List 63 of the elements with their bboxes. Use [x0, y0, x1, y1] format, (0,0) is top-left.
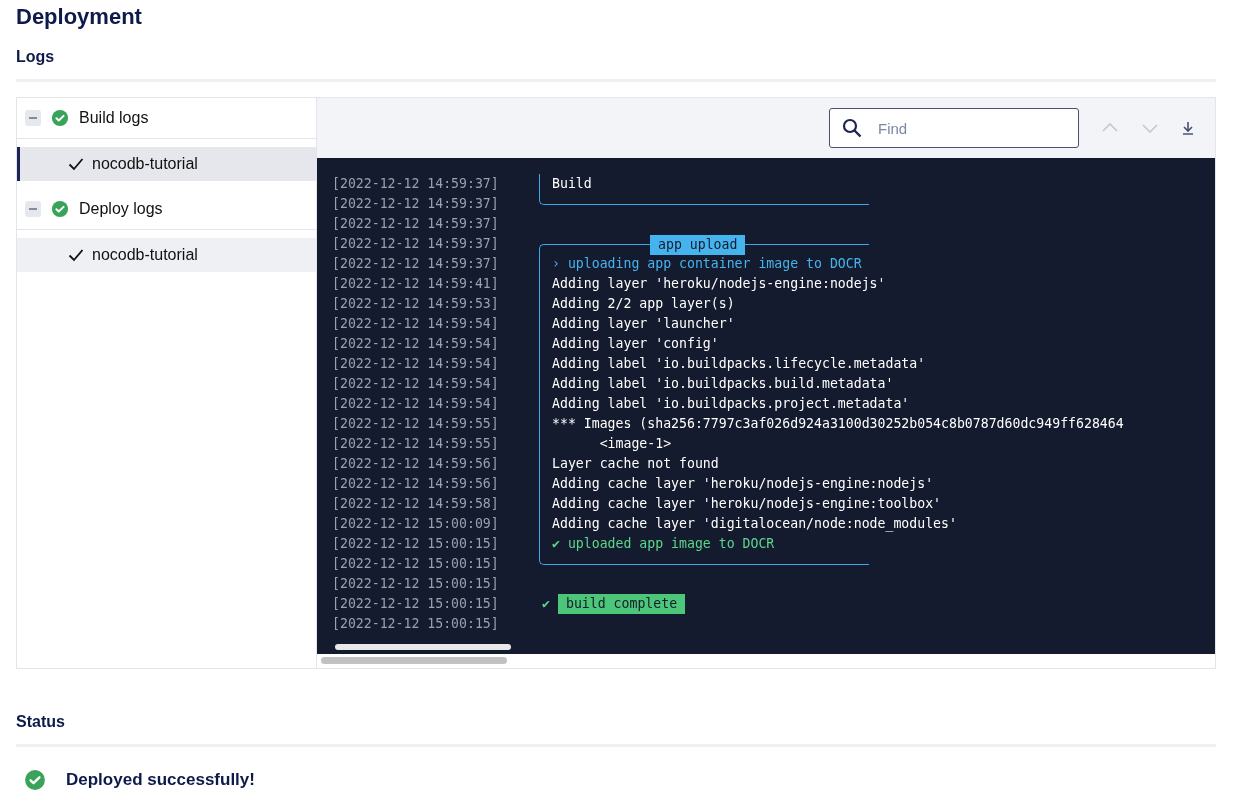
log-text: Adding cache layer 'digitalocean/node:node_modules': [539, 514, 957, 534]
log-text: Adding cache layer 'heroku/nodejs-engine:nodejs': [539, 474, 934, 494]
log-timestamp: [2022-12-12 14:59:56]: [331, 475, 500, 493]
success-icon: [24, 769, 46, 791]
log-text: Adding label 'io.buildpacks.build.metadata': [539, 374, 894, 394]
log-text: Adding layer 'launcher': [539, 314, 735, 334]
scrollbar[interactable]: [335, 644, 511, 650]
log-timestamp: [2022-12-12 14:59:37]: [331, 215, 500, 233]
section-label: app upload: [650, 235, 746, 255]
log-timestamp: [2022-12-12 14:59:54]: [331, 315, 500, 333]
log-text: Adding 2/2 app layer(s): [539, 294, 735, 314]
section-heading: Status: [16, 697, 1216, 747]
status-label: build complete: [557, 594, 686, 614]
log-timestamp: [2022-12-12 14:59:37]: [331, 255, 500, 273]
log-item[interactable]: nocodb-tutorial: [17, 238, 316, 272]
check-icon: [68, 157, 84, 171]
log-text: Adding label 'io.buildpacks.lifecycle.metadata': [539, 354, 926, 374]
page-title: Deployment: [16, 3, 143, 31]
download-icon[interactable]: [1181, 119, 1195, 137]
log-timestamp: [2022-12-12 14:59:58]: [331, 495, 500, 513]
log-timestamp: [2022-12-12 14:59:53]: [331, 295, 500, 313]
log-text: Adding layer 'config': [539, 334, 719, 354]
log-timestamp: [2022-12-12 15:00:15]: [331, 575, 500, 593]
log-timestamp: [2022-12-12 15:00:15]: [331, 595, 500, 613]
log-item[interactable]: nocodb-tutorial: [17, 147, 316, 181]
log-group[interactable]: Deploy logs: [17, 189, 316, 230]
log-timestamp: [2022-12-12 14:59:54]: [331, 355, 500, 373]
log-text: › uploading app container image to DOCR: [539, 254, 862, 274]
log-text: Adding cache layer 'heroku/nodejs-engine:toolbox': [539, 494, 942, 514]
log-group[interactable]: Build logs: [17, 98, 316, 139]
log-text: ✔ uploaded app image to DOCR: [539, 534, 869, 554]
success-icon: [51, 109, 69, 127]
log-text: *** Images (sha256:7797c3af026d924a3100d30252b054c8b0787d60dc949ff628464: [539, 414, 1124, 434]
collapse-icon[interactable]: [25, 110, 41, 126]
log-timestamp: [2022-12-12 14:59:55]: [331, 435, 500, 453]
collapse-icon[interactable]: [25, 201, 41, 217]
status-message: Deployed successfully!: [66, 770, 255, 790]
log-text: <image-1>: [539, 434, 672, 454]
check-icon: [68, 248, 84, 262]
group-label: Deploy logs: [79, 200, 163, 218]
log-timestamp: [2022-12-12 14:59:41]: [331, 275, 500, 293]
log-timestamp: [2022-12-12 14:59:37]: [331, 175, 500, 193]
log-timestamp: [2022-12-12 15:00:15]: [331, 555, 500, 573]
log-text: Adding label 'io.buildpacks.project.metadata': [539, 394, 910, 414]
scrollbar[interactable]: [321, 657, 507, 664]
check-icon: ✔: [539, 594, 558, 614]
log-text: Adding layer 'heroku/nodejs-engine:nodejs': [539, 274, 886, 294]
log-timestamp: [2022-12-12 15:00:09]: [331, 515, 500, 533]
log-timestamp: [2022-12-12 14:59:37]: [331, 235, 500, 253]
log-text: Layer cache not found: [539, 454, 719, 474]
log-timestamp: [2022-12-12 15:00:15]: [331, 615, 500, 633]
log-text: Build: [539, 174, 869, 194]
log-timestamp: [2022-12-12 15:00:15]: [331, 535, 500, 553]
section-heading: Logs: [16, 32, 1216, 82]
log-timestamp: [2022-12-12 14:59:37]: [331, 195, 500, 213]
log-timestamp: [2022-12-12 14:59:54]: [331, 395, 500, 413]
search-field[interactable]: Find: [829, 108, 1079, 148]
group-label: Build logs: [79, 109, 149, 127]
log-timestamp: [2022-12-12 14:59:54]: [331, 335, 500, 353]
log-timestamp: [2022-12-12 14:59:56]: [331, 455, 500, 473]
log-timestamp: [2022-12-12 14:59:55]: [331, 415, 500, 433]
log-timestamp: [2022-12-12 14:59:54]: [331, 375, 500, 393]
success-icon: [51, 200, 69, 218]
